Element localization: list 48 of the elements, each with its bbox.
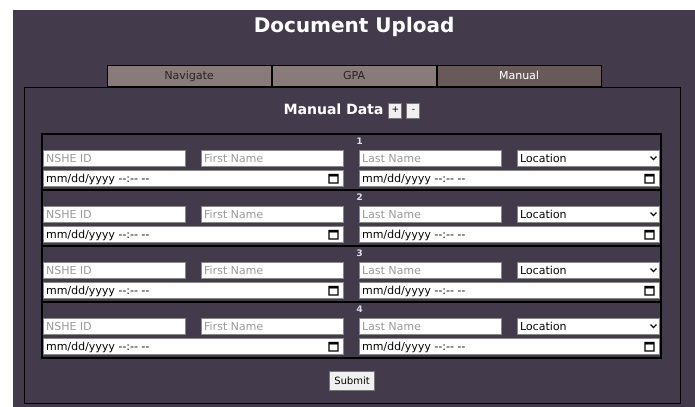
entry-number: 2 bbox=[356, 192, 363, 205]
text-field[interactable]: First Name bbox=[201, 150, 344, 167]
location-select[interactable]: Location bbox=[517, 150, 660, 167]
remove-button[interactable]: - bbox=[406, 102, 420, 118]
text-field[interactable]: First Name bbox=[201, 262, 344, 279]
text-field[interactable]: NSHE ID bbox=[43, 150, 186, 167]
date-time-field[interactable]: mm/dd/yyyy --:-- -- bbox=[43, 226, 344, 243]
text-field[interactable]: Last Name bbox=[359, 150, 502, 167]
calendar-icon bbox=[644, 285, 655, 296]
tab[interactable]: Navigate bbox=[106, 65, 272, 87]
calendar-icon bbox=[644, 341, 655, 352]
calendar-icon bbox=[644, 173, 655, 184]
date-time-field[interactable]: mm/dd/yyyy --:-- -- bbox=[359, 282, 660, 299]
location-select[interactable]: Location bbox=[517, 206, 660, 223]
chevron-down-icon bbox=[650, 268, 657, 273]
add-button[interactable]: + bbox=[388, 102, 402, 118]
text-field[interactable]: NSHE ID bbox=[43, 206, 186, 223]
calendar-icon bbox=[328, 229, 339, 240]
location-select[interactable]: Location bbox=[517, 318, 660, 335]
calendar-icon bbox=[328, 173, 339, 184]
submit-button[interactable]: Submit bbox=[329, 371, 375, 391]
date-time-field[interactable]: mm/dd/yyyy --:-- -- bbox=[43, 282, 344, 299]
date-time-field[interactable]: mm/dd/yyyy --:-- -- bbox=[359, 338, 660, 355]
entry-number: 1 bbox=[356, 136, 363, 149]
location-select[interactable]: Location bbox=[517, 262, 660, 279]
date-time-field[interactable]: mm/dd/yyyy --:-- -- bbox=[43, 170, 344, 187]
text-field[interactable]: Last Name bbox=[359, 318, 502, 335]
page-title: Document Upload bbox=[254, 12, 454, 38]
chevron-down-icon bbox=[650, 324, 657, 329]
entry-number: 4 bbox=[356, 304, 363, 317]
text-field[interactable]: First Name bbox=[201, 318, 344, 335]
date-time-field[interactable]: mm/dd/yyyy --:-- -- bbox=[43, 338, 344, 355]
tab[interactable]: GPA bbox=[272, 65, 436, 87]
chevron-down-icon bbox=[650, 212, 657, 217]
date-time-field[interactable]: mm/dd/yyyy --:-- -- bbox=[359, 170, 660, 187]
tab[interactable]: Manual bbox=[436, 65, 602, 87]
text-field[interactable]: First Name bbox=[201, 206, 344, 223]
text-field[interactable]: Last Name bbox=[359, 206, 502, 223]
chevron-down-icon bbox=[650, 156, 657, 161]
section-title: Manual Data bbox=[284, 101, 384, 120]
calendar-icon bbox=[328, 341, 339, 352]
text-field[interactable]: NSHE ID bbox=[43, 262, 186, 279]
text-field[interactable]: NSHE ID bbox=[43, 318, 186, 335]
text-field[interactable]: Last Name bbox=[359, 262, 502, 279]
entry-number: 3 bbox=[356, 248, 363, 261]
calendar-icon bbox=[644, 229, 655, 240]
date-time-field[interactable]: mm/dd/yyyy --:-- -- bbox=[359, 226, 660, 243]
calendar-icon bbox=[328, 285, 339, 296]
